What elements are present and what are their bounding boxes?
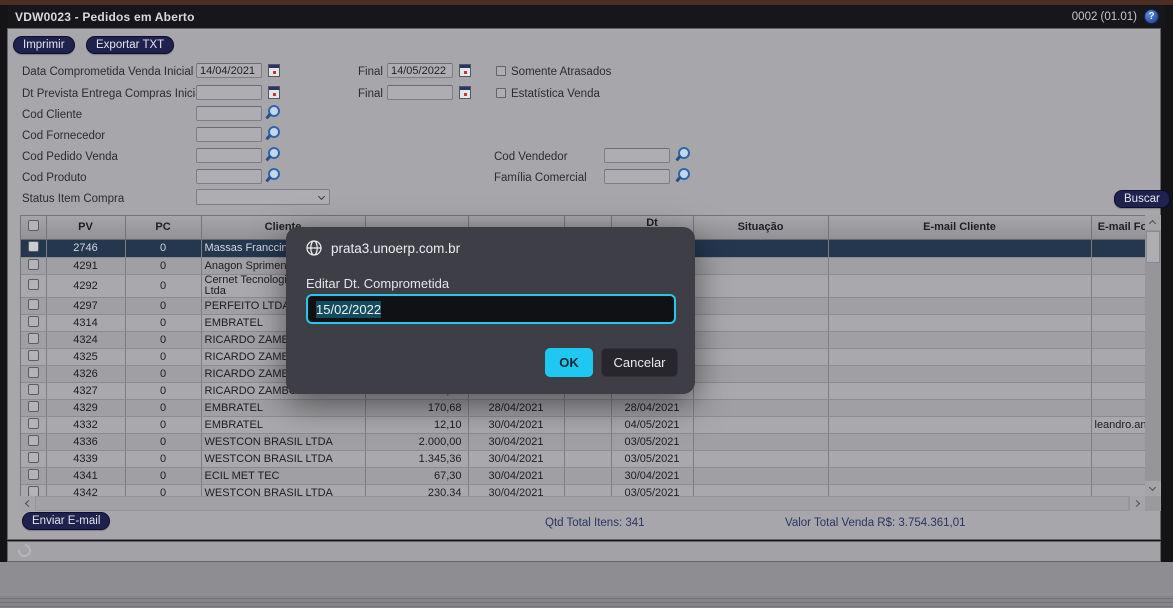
lookup-icon[interactable]: [266, 147, 280, 161]
help-icon[interactable]: ?: [1144, 9, 1159, 24]
cod-pedido-venda-label: Cod Pedido Venda: [22, 151, 118, 163]
col-header-pv[interactable]: PV: [46, 216, 126, 240]
prompt-dialog: prata3.unoerp.com.br Editar Dt. Comprome…: [286, 227, 695, 394]
table-row[interactable]: 4332 0 EMBRATEL 12,10 30/04/2021 04/05/2…: [21, 416, 1145, 434]
col-header-email-fornecedor[interactable]: E-mail Fornecedor: [1091, 216, 1145, 240]
row-checkbox[interactable]: [27, 451, 39, 463]
imprimir-button[interactable]: Imprimir: [13, 36, 75, 54]
table-row[interactable]: 4341 0 ECIL MET TEC 67,30 30/04/2021 30/…: [21, 467, 1145, 485]
scroll-left-button[interactable]: [20, 496, 35, 511]
data-comprometida-inicial-input[interactable]: [196, 63, 262, 78]
vertical-scrollbar[interactable]: [1145, 215, 1161, 496]
dialog-date-input[interactable]: 15/02/2022: [306, 294, 676, 324]
lookup-icon[interactable]: [266, 126, 280, 140]
status-item-compra-label: Status Item Compra: [22, 193, 125, 205]
ok-button[interactable]: OK: [545, 348, 593, 377]
row-checkbox[interactable]: [27, 366, 39, 378]
table-row[interactable]: 4339 0 WESTCON BRASIL LTDA 1.345,36 30/0…: [21, 450, 1145, 468]
cod-fornecedor-label: Cod Fornecedor: [22, 130, 106, 142]
scroll-up-button[interactable]: [1145, 215, 1161, 230]
calendar-icon[interactable]: [459, 64, 471, 77]
estatistica-venda-checkbox[interactable]: [496, 88, 506, 98]
data-comprometida-final-input[interactable]: [387, 63, 453, 78]
row-checkbox[interactable]: [27, 298, 39, 310]
qtd-total-itens-label: Qtd Total Itens: 341: [545, 517, 645, 529]
cod-fornecedor-input[interactable]: [196, 127, 262, 142]
row-checkbox[interactable]: [27, 349, 39, 361]
horizontal-scrollbar[interactable]: [20, 496, 1145, 511]
calendar-icon[interactable]: [459, 86, 471, 99]
lookup-icon[interactable]: [266, 105, 280, 119]
col-header-situacao[interactable]: Situação: [693, 216, 829, 240]
table-row[interactable]: 4329 0 EMBRATEL 170,68 28/04/2021 28/04/…: [21, 399, 1145, 417]
calendar-icon[interactable]: [268, 64, 280, 77]
data-comprometida-final-label: Final: [358, 66, 383, 78]
row-checkbox[interactable]: [27, 332, 39, 344]
cod-pedido-venda-input[interactable]: [196, 148, 262, 163]
status-item-compra-select[interactable]: [196, 189, 330, 205]
cod-vendedor-label: Cod Vendedor: [494, 151, 568, 163]
select-all-checkbox[interactable]: [27, 220, 39, 232]
scrollbar-corner: [1145, 496, 1161, 511]
estatistica-venda-label: Estatística Venda: [511, 88, 600, 100]
exportar-txt-button[interactable]: Exportar TXT: [86, 36, 175, 54]
cancel-button[interactable]: Cancelar: [601, 348, 678, 377]
familia-comercial-input[interactable]: [604, 169, 670, 184]
dt-prevista-inicial-input[interactable]: [196, 85, 262, 100]
cod-produto-label: Cod Produto: [22, 172, 87, 184]
page-title: VDW0023 - Pedidos em Aberto: [15, 9, 195, 24]
row-checkbox[interactable]: [27, 278, 39, 290]
scroll-right-button[interactable]: [1130, 496, 1145, 511]
row-checkbox[interactable]: [27, 258, 39, 270]
dialog-message: Editar Dt. Comprometida: [306, 276, 450, 291]
version-label: 0002 (01.01): [1071, 10, 1137, 23]
lookup-icon[interactable]: [676, 168, 690, 182]
somente-atrasados-label: Somente Atrasados: [511, 66, 612, 78]
row-checkbox[interactable]: [27, 400, 39, 412]
table-row[interactable]: 4342 0 WESTCON BRASIL LTDA 230,34 30/04/…: [21, 484, 1145, 496]
table-row[interactable]: 4336 0 WESTCON BRASIL LTDA 2.000,00 30/0…: [21, 433, 1145, 451]
somente-atrasados-checkbox[interactable]: [496, 66, 506, 76]
cod-produto-input[interactable]: [196, 169, 262, 184]
row-checkbox[interactable]: [27, 468, 39, 480]
title-bar: VDW0023 - Pedidos em Aberto 0002 (01.01)…: [8, 5, 1165, 28]
bottom-subpanel: [7, 541, 1161, 562]
row-checkbox[interactable]: [27, 315, 39, 327]
lookup-icon[interactable]: [676, 147, 690, 161]
familia-comercial-label: Família Comercial: [494, 172, 587, 184]
dt-prevista-final-label: Final: [358, 88, 383, 100]
dt-prevista-label: Dt Prevista Entrega Compras Inicial: [22, 88, 205, 100]
scroll-down-button[interactable]: [1145, 481, 1161, 496]
enviar-email-button[interactable]: Enviar E-mail: [22, 512, 111, 530]
row-checkbox[interactable]: [27, 417, 39, 429]
bottom-grip-stripes: [0, 596, 1173, 608]
calendar-icon[interactable]: [268, 86, 280, 99]
globe-icon: [306, 240, 322, 256]
lookup-icon[interactable]: [266, 168, 280, 182]
data-comprometida-label: Data Comprometida Venda Inicial: [22, 66, 194, 78]
buscar-button[interactable]: Buscar: [1114, 190, 1170, 208]
dialog-origin: prata3.unoerp.com.br: [331, 240, 461, 256]
row-checkbox[interactable]: [27, 434, 39, 446]
horizontal-scroll-thumb[interactable]: [36, 497, 1128, 510]
row-checkbox[interactable]: [27, 241, 39, 252]
row-checkbox[interactable]: [27, 383, 39, 395]
chevron-down-icon: [317, 192, 326, 201]
app-root: VDW0023 - Pedidos em Aberto 0002 (01.01)…: [0, 0, 1173, 608]
valor-total-venda-label: Valor Total Venda R$: 3.754.361,01: [785, 517, 966, 529]
col-header-pc[interactable]: PC: [125, 216, 202, 240]
cod-vendedor-input[interactable]: [604, 148, 670, 163]
cod-cliente-input[interactable]: [196, 106, 262, 121]
cod-cliente-label: Cod Cliente: [22, 109, 83, 121]
vertical-scroll-thumb[interactable]: [1146, 231, 1160, 263]
dialog-input-selected-text: 15/02/2022: [316, 300, 382, 318]
row-checkbox[interactable]: [27, 485, 39, 496]
dt-prevista-final-input[interactable]: [387, 85, 453, 100]
col-header-email-cliente[interactable]: E-mail Cliente: [828, 216, 1092, 240]
